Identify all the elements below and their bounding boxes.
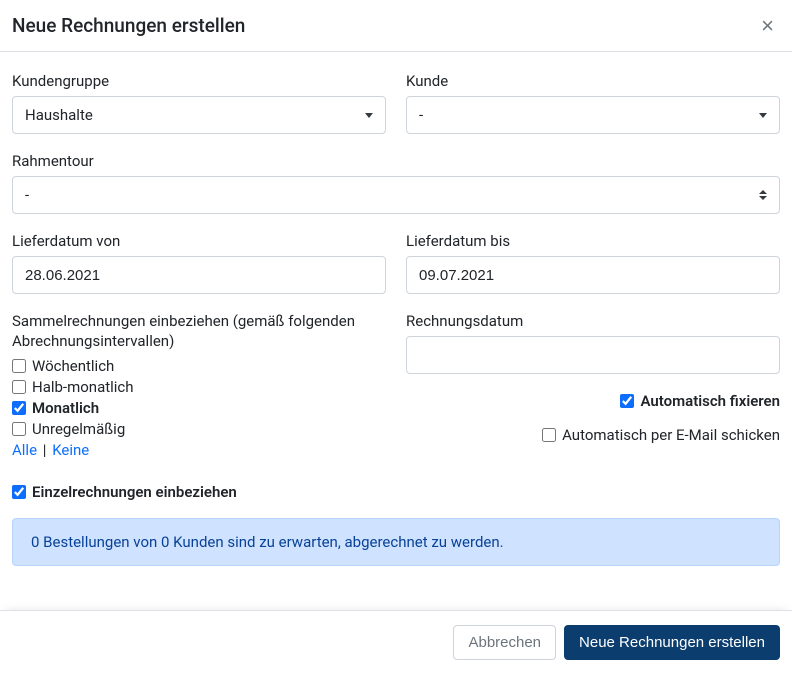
kundengruppe-label: Kundengruppe <box>12 72 386 90</box>
kunde-select[interactable]: - <box>406 96 780 134</box>
select-links: Alle | Keine <box>12 441 386 459</box>
submit-button[interactable]: Neue Rechnungen erstellen <box>564 625 780 660</box>
checkbox-monatlich[interactable] <box>12 401 26 415</box>
checkbox-unregelmaessig[interactable] <box>12 422 26 436</box>
check-halbmonatlich[interactable]: Halb-monatlich <box>12 378 386 396</box>
modal-body: Kundengruppe Haushalte Kunde - Rahmentou… <box>0 52 792 582</box>
label-auto-email: Automatisch per E-Mail schicken <box>562 426 780 444</box>
checkbox-auto-email[interactable] <box>542 428 556 442</box>
rahmentour-value: - <box>25 186 29 204</box>
link-keine[interactable]: Keine <box>52 441 89 459</box>
kunde-label: Kunde <box>406 72 780 90</box>
kunde-value: - <box>419 106 423 124</box>
close-icon: × <box>761 13 774 38</box>
label-unregelmaessig: Unregelmäßig <box>32 420 125 438</box>
info-alert: 0 Bestellungen von 0 Kunden sind zu erwa… <box>12 518 780 566</box>
checkbox-woechentlich[interactable] <box>12 359 26 373</box>
caret-down-icon <box>365 113 373 118</box>
check-auto-fix[interactable]: Automatisch fixieren <box>620 392 780 410</box>
check-monatlich[interactable]: Monatlich <box>12 399 386 417</box>
modal-footer: Abbrechen Neue Rechnungen erstellen <box>0 610 792 674</box>
check-unregelmaessig[interactable]: Unregelmäßig <box>12 420 386 438</box>
cancel-button[interactable]: Abbrechen <box>453 625 556 660</box>
check-woechentlich[interactable]: Wöchentlich <box>12 357 386 375</box>
rahmentour-label: Rahmentour <box>12 152 780 170</box>
link-alle[interactable]: Alle <box>12 441 37 459</box>
kundengruppe-select[interactable]: Haushalte <box>12 96 386 134</box>
check-auto-email[interactable]: Automatisch per E-Mail schicken <box>542 426 780 444</box>
label-halbmonatlich: Halb-monatlich <box>32 378 134 396</box>
sammel-label: Sammelrechnungen einbeziehen (gemäß folg… <box>12 312 386 351</box>
caret-down-icon <box>759 113 767 118</box>
lieferdatum-von-input[interactable] <box>12 256 386 294</box>
modal-title: Neue Rechnungen erstellen <box>12 14 245 37</box>
rechnungsdatum-label: Rechnungsdatum <box>406 312 780 330</box>
label-auto-fix: Automatisch fixieren <box>640 392 780 410</box>
rechnungsdatum-input[interactable] <box>406 336 780 374</box>
lieferdatum-bis-label: Lieferdatum bis <box>406 232 780 250</box>
lieferdatum-bis-input[interactable] <box>406 256 780 294</box>
modal-header: Neue Rechnungen erstellen × <box>0 0 792 52</box>
checkbox-einzel[interactable] <box>12 485 26 499</box>
close-button[interactable]: × <box>755 15 780 37</box>
label-monatlich: Monatlich <box>32 399 99 417</box>
check-einzel[interactable]: Einzelrechnungen einbeziehen <box>12 483 386 501</box>
checkbox-auto-fix[interactable] <box>620 394 634 408</box>
checkbox-halbmonatlich[interactable] <box>12 380 26 394</box>
label-woechentlich: Wöchentlich <box>32 357 114 375</box>
label-einzel: Einzelrechnungen einbeziehen <box>32 483 237 501</box>
kundengruppe-value: Haushalte <box>25 106 93 124</box>
sort-icon <box>759 190 767 200</box>
rahmentour-select[interactable]: - <box>12 176 780 214</box>
link-sep: | <box>43 441 47 459</box>
lieferdatum-von-label: Lieferdatum von <box>12 232 386 250</box>
